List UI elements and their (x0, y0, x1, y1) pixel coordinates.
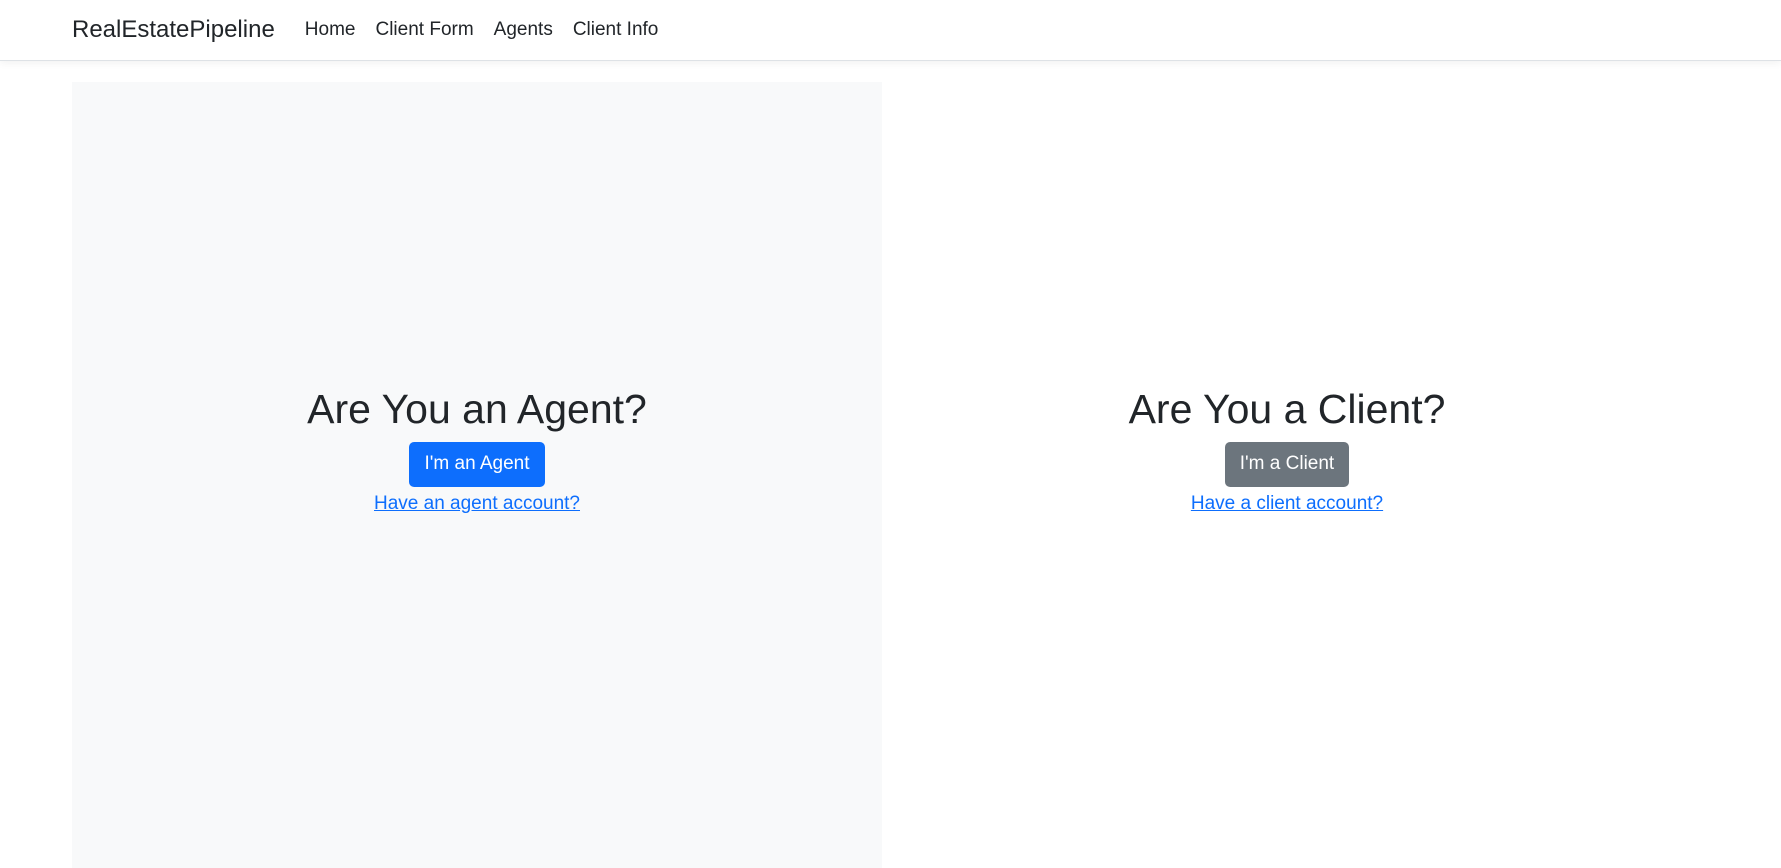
im-an-agent-button[interactable]: I'm an Agent (409, 442, 545, 487)
client-panel-title: Are You a Client? (1128, 386, 1446, 432)
brand-link[interactable]: RealEstatePipeline (72, 16, 275, 44)
agent-panel: Are You an Agent? I'm an Agent Have an a… (72, 82, 882, 868)
nav-link-home[interactable]: Home (305, 19, 356, 41)
nav-links: Home Client Form Agents Client Info (305, 19, 679, 41)
agent-panel-content: Are You an Agent? I'm an Agent Have an a… (307, 385, 647, 515)
im-a-client-button[interactable]: I'm a Client (1224, 442, 1350, 487)
agent-panel-title: Are You an Agent? (307, 386, 647, 432)
navbar: RealEstatePipeline Home Client Form Agen… (0, 0, 1781, 61)
client-panel: Are You a Client? I'm a Client Have a cl… (882, 82, 1692, 868)
nav-link-client-info[interactable]: Client Info (573, 19, 659, 41)
agent-account-link[interactable]: Have an agent account? (374, 493, 580, 515)
nav-link-client-form[interactable]: Client Form (375, 19, 473, 41)
client-account-link[interactable]: Have a client account? (1191, 493, 1383, 515)
client-panel-content: Are You a Client? I'm a Client Have a cl… (1129, 385, 1446, 515)
nav-link-agents[interactable]: Agents (494, 19, 553, 41)
